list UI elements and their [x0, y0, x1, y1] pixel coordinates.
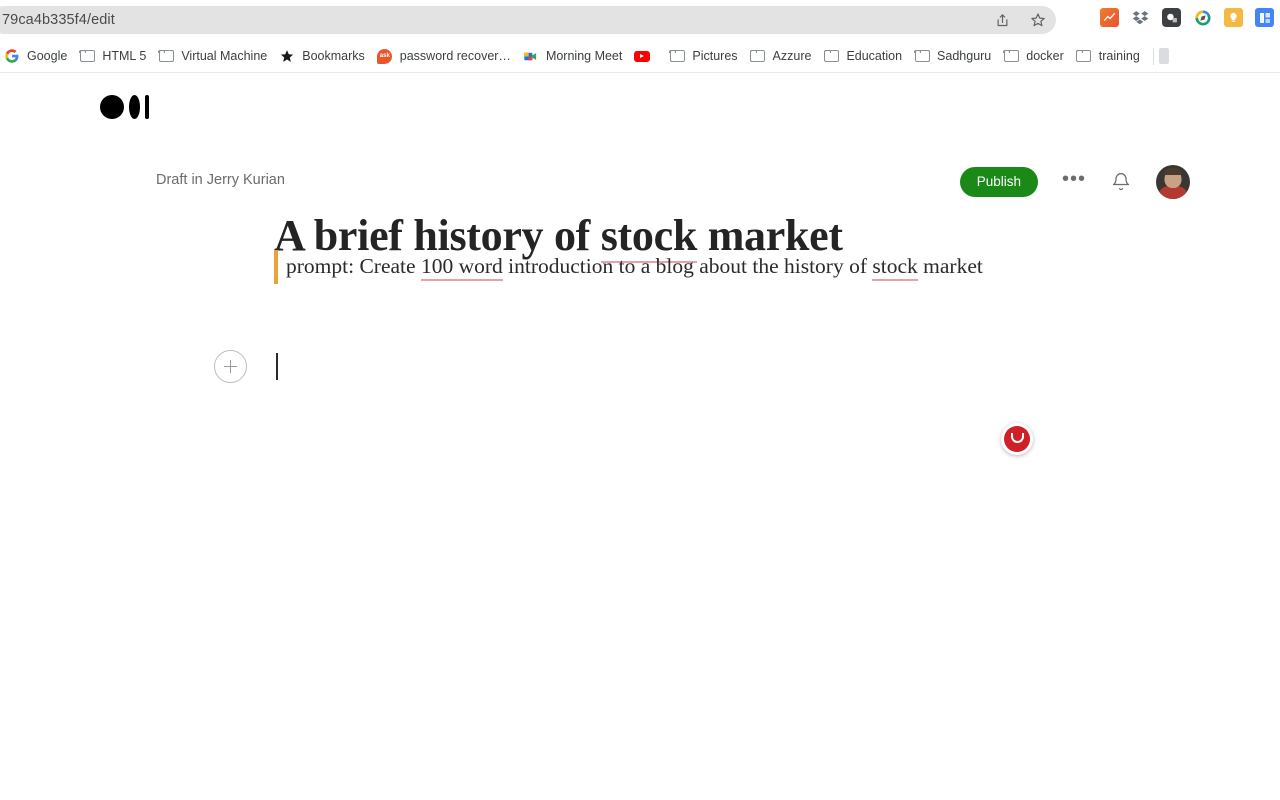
bookmarks-bar: Google HTML 5 Virtual Machine Bookmarks …: [0, 40, 1280, 73]
bookmark-star-icon[interactable]: [1028, 10, 1048, 30]
draft-status: Draft in Jerry Kurian: [156, 172, 285, 188]
compass-extension-icon[interactable]: [1193, 8, 1212, 27]
ask-icon: ask: [377, 48, 393, 64]
browser-chrome: 79ca4b335f4/edit: [0, 0, 1280, 40]
bookmark-label: password recover…: [399, 49, 511, 63]
bookmark-item-bookmarks[interactable]: Bookmarks: [275, 45, 373, 67]
bookmark-label: Google: [27, 49, 68, 63]
bookmark-label: Virtual Machine: [181, 49, 268, 63]
star-icon: [279, 48, 295, 64]
blue-app-extension-icon[interactable]: [1255, 8, 1274, 27]
medium-logo-ellipse: [129, 95, 140, 119]
bookmark-item-overflow[interactable]: [1158, 48, 1169, 64]
folder-icon: [158, 48, 174, 64]
folder-icon: [79, 48, 95, 64]
recording-indicator-arc: [1010, 433, 1024, 443]
bookmark-label: Bookmarks: [302, 49, 365, 63]
bookmark-item-html-5[interactable]: HTML 5: [75, 45, 154, 67]
youtube-icon: [634, 48, 651, 64]
address-bar[interactable]: 79ca4b335f4/edit: [0, 6, 1056, 34]
chart-extension-icon[interactable]: [1100, 8, 1119, 27]
screen-capture-extension-icon[interactable]: [1162, 8, 1181, 27]
google-icon: [4, 48, 20, 64]
share-icon[interactable]: [992, 10, 1012, 30]
bookmarks-separator: [1152, 47, 1154, 65]
extension-icons: [1100, 8, 1274, 27]
bookmark-item-google[interactable]: Google: [0, 45, 75, 67]
recording-indicator[interactable]: [1001, 423, 1033, 455]
avatar-hair: [1164, 168, 1182, 175]
more-options-button[interactable]: •••: [1062, 169, 1086, 195]
bookmark-item-password-recover[interactable]: ask password recover…: [373, 45, 519, 67]
text-cursor: [276, 353, 278, 380]
bookmark-item-sadhguru[interactable]: Sadhguru: [910, 45, 999, 67]
address-bar-url: 79ca4b335f4/edit: [2, 12, 115, 28]
quote-segment: prompt: Create: [286, 254, 421, 278]
dropbox-extension-icon[interactable]: [1131, 8, 1150, 27]
bookmark-item-docker[interactable]: docker: [999, 45, 1072, 67]
medium-logo-circle: [100, 95, 124, 119]
bookmark-item-pictures[interactable]: Pictures: [665, 45, 745, 67]
bookmark-label: HTML 5: [102, 49, 147, 63]
folder-icon: [823, 48, 839, 64]
publish-button[interactable]: Publish: [959, 166, 1038, 198]
header-actions: Publish •••: [959, 165, 1190, 199]
add-block-button[interactable]: [214, 350, 247, 383]
quote-segment: market: [917, 254, 983, 278]
bookmark-label: Azzure: [772, 49, 812, 63]
bookmark-item-morning-meet[interactable]: Morning Meet: [519, 45, 630, 67]
bookmark-item-virtual-machine[interactable]: Virtual Machine: [154, 45, 275, 67]
bookmark-label: Pictures: [692, 49, 738, 63]
app-header: Draft in Jerry Kurian Publish •••: [0, 73, 1280, 199]
medium-logo-bar: [145, 95, 149, 119]
folder-icon: [914, 48, 930, 64]
folder-icon: [1003, 48, 1019, 64]
bookmark-item-education[interactable]: Education: [819, 45, 910, 67]
lightbulb-extension-icon[interactable]: [1224, 8, 1243, 27]
bell-icon[interactable]: [1110, 171, 1132, 193]
user-avatar[interactable]: [1156, 165, 1190, 199]
folder-icon: [1075, 48, 1092, 64]
recording-indicator-dot: [1004, 426, 1030, 452]
prompt-blockquote[interactable]: prompt: Create 100 word introduction to …: [274, 250, 1004, 284]
medium-logo[interactable]: [100, 95, 149, 119]
bookmark-item-training[interactable]: training: [1072, 45, 1148, 67]
folder-icon: [669, 48, 685, 64]
bookmark-label: Morning Meet: [545, 49, 623, 63]
quote-spellcheck-word: 100 word: [420, 254, 503, 281]
quote-spellcheck-word: stock: [872, 254, 918, 281]
quote-segment: introduction to a blog about the history…: [502, 254, 873, 278]
meet-icon: [523, 48, 539, 64]
prompt-blockquote-text: prompt: Create 100 word introduction to …: [286, 250, 1004, 284]
omnibox-actions: [992, 6, 1048, 34]
bookmark-label: training: [1098, 49, 1140, 63]
bookmark-label: docker: [1026, 49, 1064, 63]
bookmark-label: Sadhguru: [937, 49, 992, 63]
bookmark-item-azzure[interactable]: Azzure: [746, 45, 820, 67]
bookmark-item-youtube[interactable]: [630, 45, 665, 67]
new-block-row: [214, 350, 278, 383]
folder-icon: [749, 48, 766, 64]
bookmark-label: Education: [846, 49, 903, 63]
